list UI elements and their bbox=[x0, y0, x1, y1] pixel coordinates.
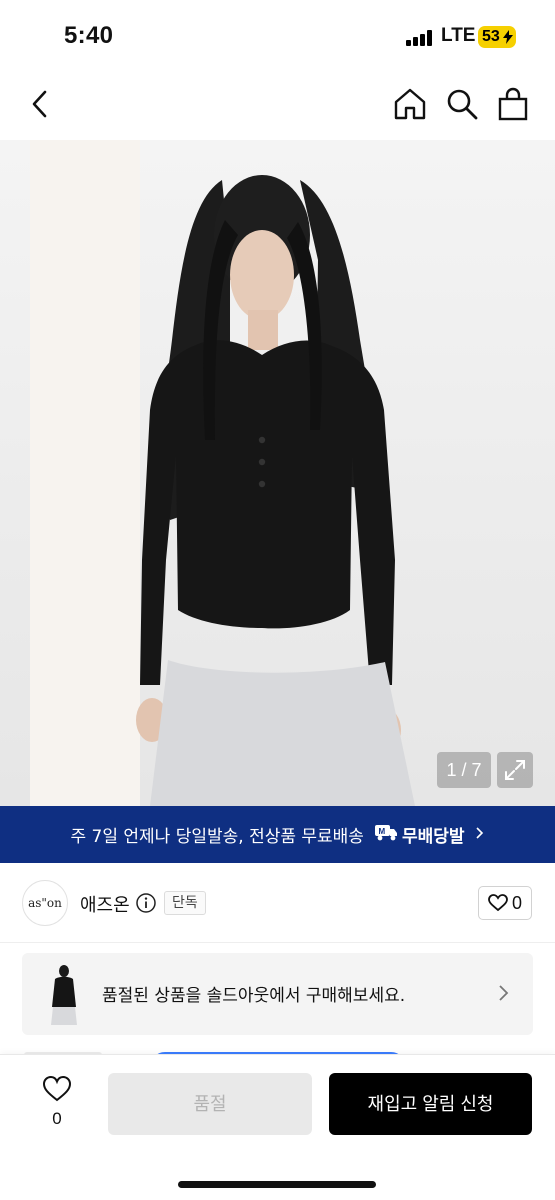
product-photo bbox=[136, 175, 415, 806]
expand-icon bbox=[505, 760, 525, 780]
top-nav bbox=[0, 72, 555, 136]
back-button[interactable] bbox=[22, 84, 58, 124]
soldout-text: 품절된 상품을 솔드아웃에서 구매해보세요. bbox=[102, 986, 406, 1006]
wishlist-count: 0 bbox=[52, 1109, 62, 1128]
chevron-right-icon bbox=[475, 825, 485, 845]
delivery-truck-icon: M bbox=[374, 823, 398, 846]
divider bbox=[0, 942, 555, 943]
status-time: 5:40 bbox=[64, 22, 114, 49]
soldout-button[interactable]: 품절 bbox=[108, 1073, 312, 1135]
battery-level: 53 bbox=[482, 28, 500, 45]
charging-icon bbox=[503, 30, 513, 44]
chevron-right-icon bbox=[499, 985, 509, 1001]
info-icon[interactable] bbox=[135, 892, 157, 914]
soldout-link-card[interactable]: 품절된 상품을 솔드아웃에서 구매해보세요. bbox=[22, 953, 533, 1035]
banner-text: 주 7일 언제나 당일발송, 전상품 무료배송 bbox=[70, 827, 364, 847]
expand-image-button[interactable] bbox=[497, 752, 533, 788]
shipping-promo-banner[interactable]: 주 7일 언제나 당일발송, 전상품 무료배송 M 무배당발 bbox=[0, 806, 555, 863]
battery-indicator: 53 bbox=[478, 26, 516, 48]
brand-name[interactable]: 애즈온 bbox=[80, 891, 130, 917]
cart-button[interactable] bbox=[496, 86, 530, 122]
status-bar: 5:40 LTE 53 bbox=[0, 0, 555, 70]
home-indicator bbox=[178, 1181, 376, 1188]
home-icon bbox=[394, 88, 426, 120]
svg-text:M: M bbox=[378, 827, 385, 836]
signal-icon bbox=[406, 30, 432, 46]
brand-like-button[interactable]: 0 bbox=[478, 886, 532, 920]
bottom-action-bar: 0 품절 재입고 알림 신청 bbox=[0, 1054, 555, 1200]
exclusive-badge: 단독 bbox=[164, 891, 206, 915]
brand-like-count: 0 bbox=[511, 892, 522, 913]
heart-icon bbox=[42, 1075, 72, 1102]
restock-alert-button[interactable]: 재입고 알림 신청 bbox=[329, 1073, 532, 1135]
search-icon bbox=[447, 89, 478, 120]
wishlist-button[interactable]: 0 bbox=[36, 1075, 78, 1137]
search-button[interactable] bbox=[444, 86, 480, 122]
brand-row: as"on 애즈온 단독 0 bbox=[0, 878, 555, 928]
home-button[interactable] bbox=[392, 86, 428, 122]
shopping-bag-icon bbox=[498, 87, 528, 121]
heart-icon bbox=[488, 894, 508, 912]
image-counter: 1 / 7 bbox=[437, 752, 491, 788]
brand-logo[interactable]: as"on bbox=[22, 880, 68, 926]
chevron-left-icon bbox=[32, 90, 47, 118]
banner-brand: 무배당발 bbox=[401, 827, 465, 847]
product-thumbnail bbox=[44, 963, 84, 1025]
network-label: LTE bbox=[441, 25, 476, 46]
product-image-gallery[interactable]: 1 / 7 bbox=[0, 140, 555, 806]
